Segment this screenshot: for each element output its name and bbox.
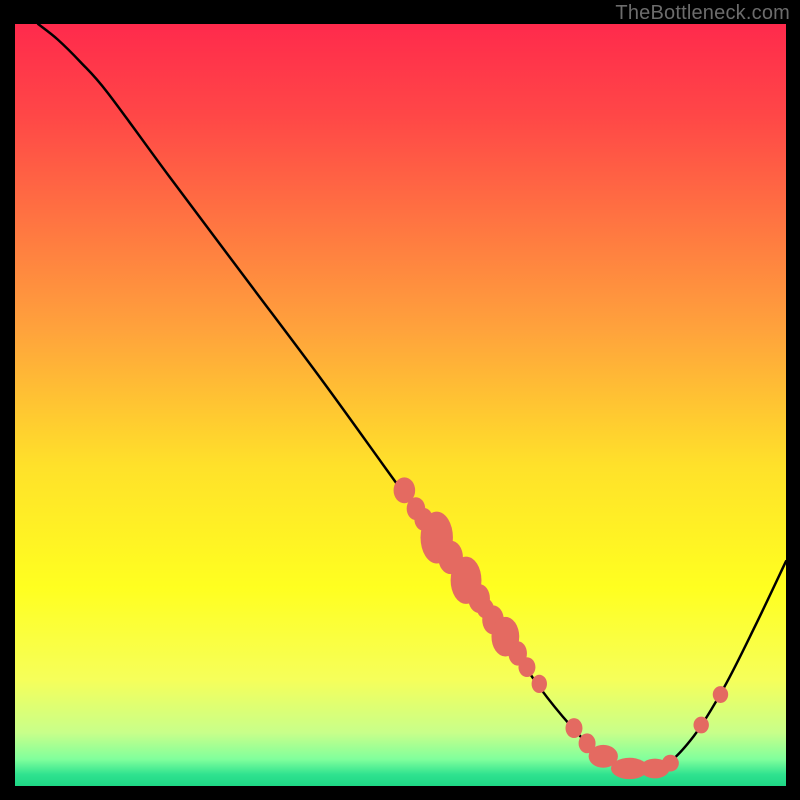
chart-background-gradient [15,24,786,786]
chart-plot-area [13,22,788,788]
chart-svg [15,24,786,786]
